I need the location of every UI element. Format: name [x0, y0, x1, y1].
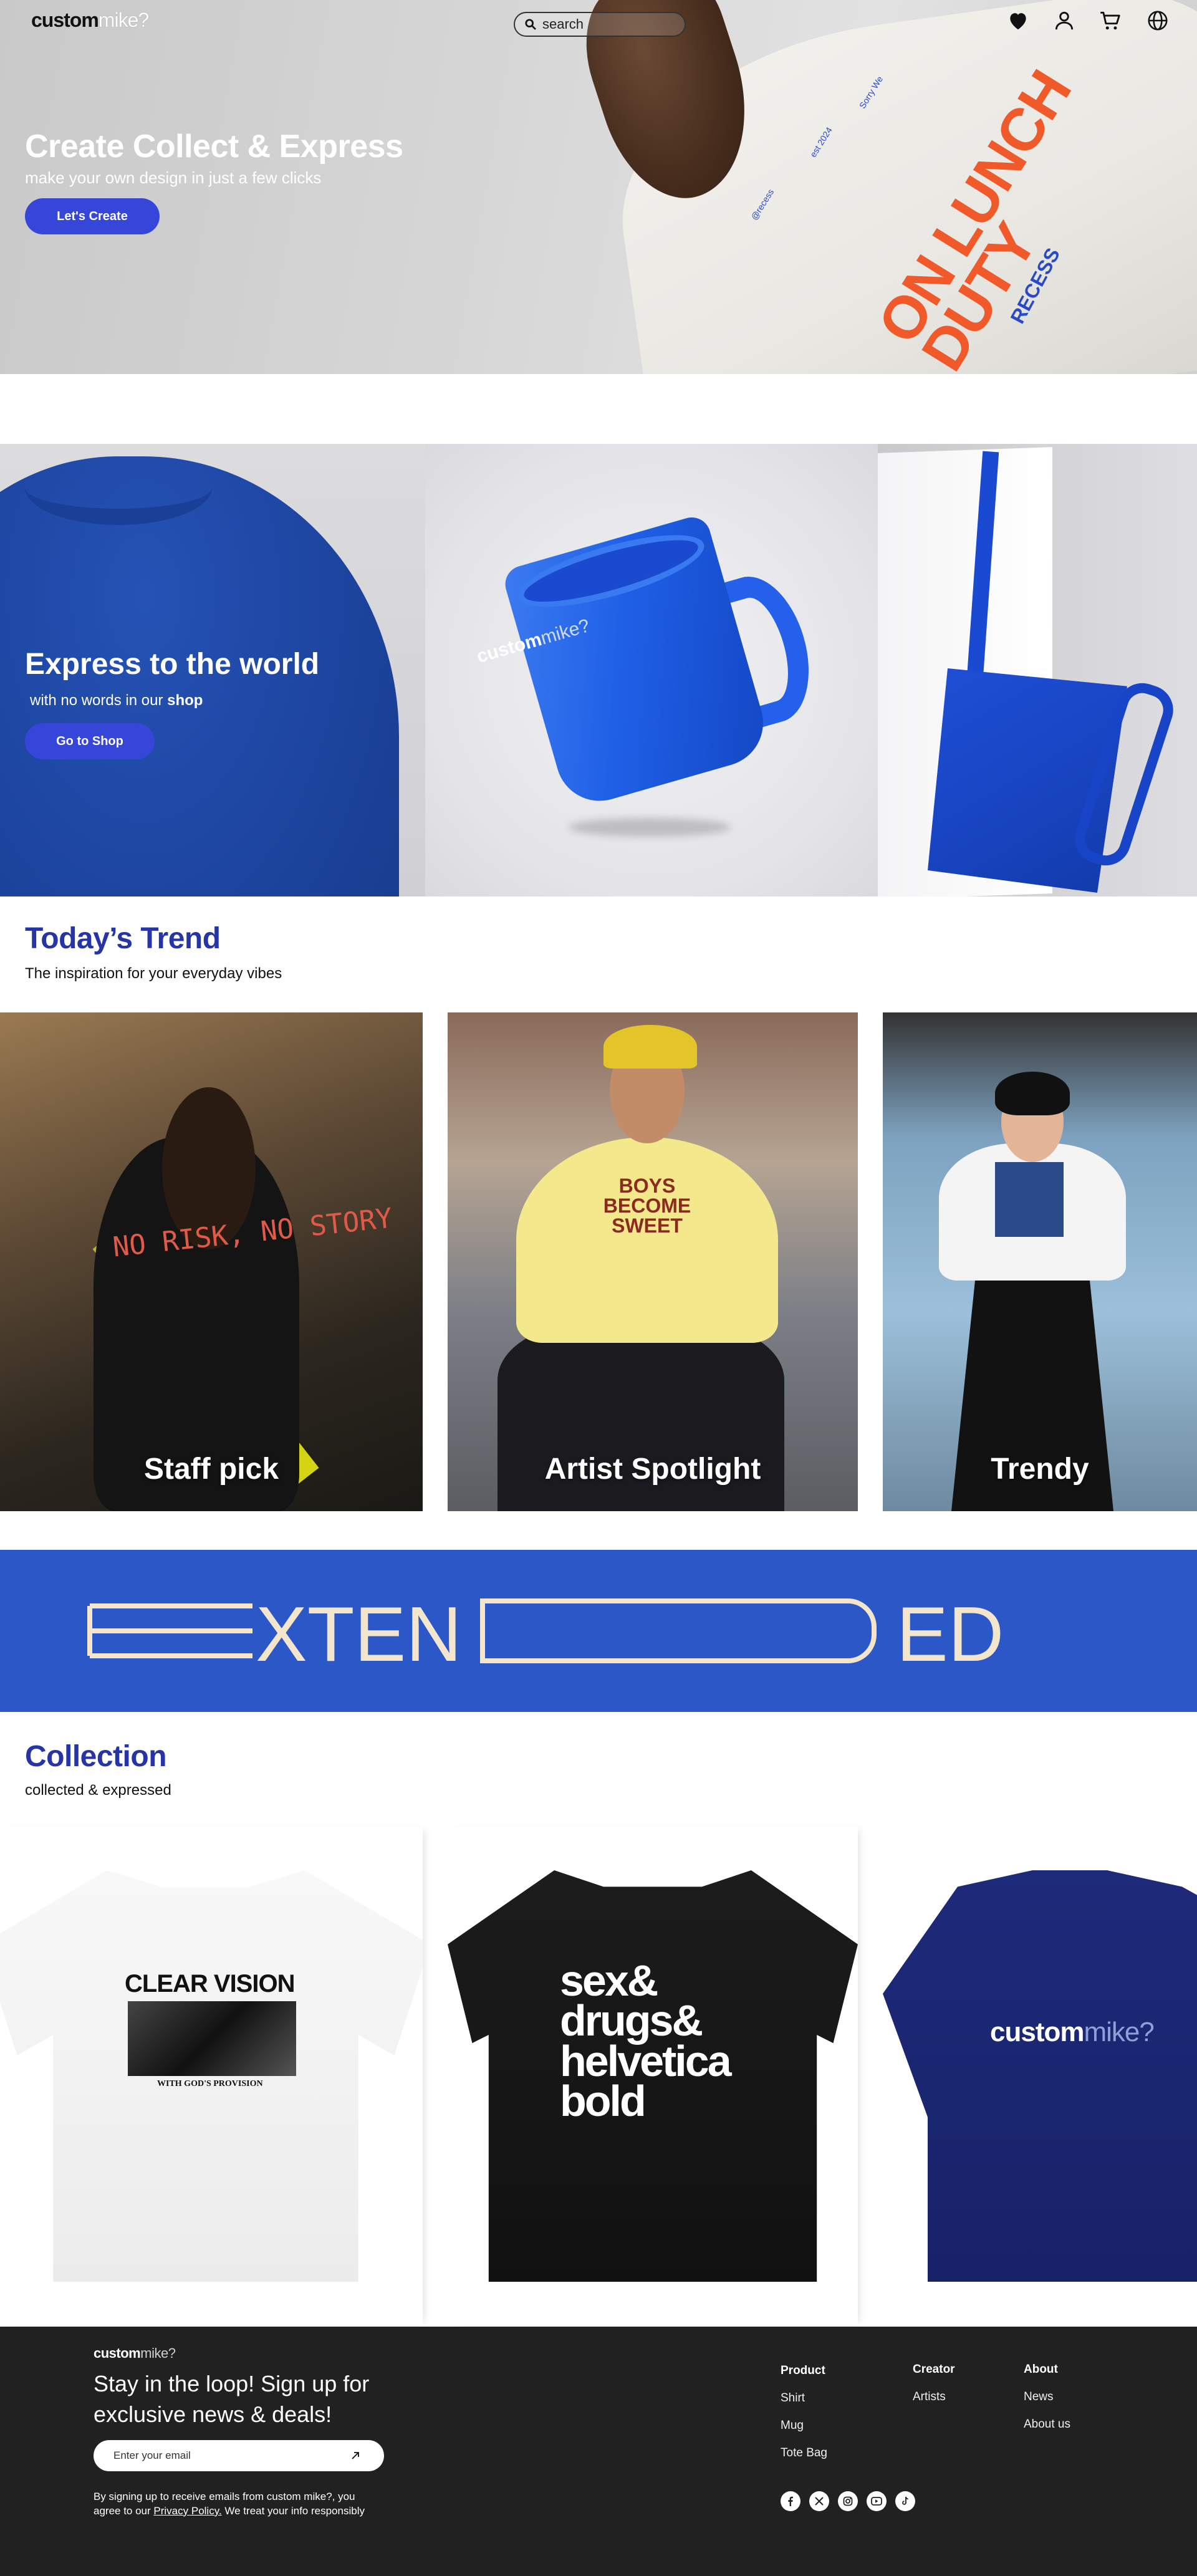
product-card[interactable]: CLEAR VISION WITH GOD'S PROVISION	[0, 1827, 423, 2325]
extended-banner-text: ED	[897, 1592, 1004, 1678]
trend-card-artist-spotlight[interactable]: BOYS BECOME SWEET Artist Spotlight	[448, 1012, 858, 1511]
collection-subtitle: collected & expressed	[25, 1782, 171, 1799]
footer-column-about: About News About us	[1024, 2363, 1070, 2445]
express-title: Express to the world	[25, 648, 320, 681]
facebook-icon[interactable]	[781, 2491, 800, 2511]
user-icon[interactable]	[1052, 9, 1076, 32]
globe-icon[interactable]	[1146, 9, 1170, 32]
footer-column-product: Product Shirt Mug Tote Bag	[781, 2364, 827, 2474]
footer-link-shirt[interactable]: Shirt	[781, 2391, 827, 2405]
footer-link-artists[interactable]: Artists	[913, 2390, 955, 2404]
product-print-logo: custommike?	[990, 2017, 1155, 2047]
footer-link-about-us[interactable]: About us	[1024, 2418, 1070, 2431]
footer-column-creator: Creator Artists	[913, 2363, 955, 2418]
privacy-policy-link[interactable]: Privacy Policy.	[153, 2505, 221, 2517]
product-print-title: CLEAR VISION	[125, 1970, 295, 1997]
hero-title: Create Collect & Express	[25, 128, 403, 165]
collection-title: Collection	[25, 1740, 167, 1773]
instagram-icon[interactable]	[838, 2491, 858, 2511]
lets-create-button[interactable]: Let's Create	[25, 198, 160, 234]
product-image-white-tee	[0, 1870, 423, 2282]
youtube-icon[interactable]	[867, 2491, 887, 2511]
trend-card-trendy[interactable]: Trendy	[883, 1012, 1197, 1511]
footer-column-heading: About	[1024, 2363, 1058, 2376]
extended-banner-graphic: XTEN ED	[87, 1592, 1004, 1678]
site-footer: custommike? Stay in the loop! Sign up fo…	[0, 2327, 1197, 2576]
product-card[interactable]: custommike?	[883, 1827, 1197, 2325]
footer-link-tote-bag[interactable]: Tote Bag	[781, 2446, 827, 2460]
search-input[interactable]	[542, 16, 680, 32]
footer-logo[interactable]: custommike?	[94, 2345, 176, 2362]
trend-card-shirt-print: BOYS BECOME SWEET	[603, 1175, 691, 1237]
product-print-graphic	[128, 2001, 296, 2076]
product-image-navy-tee	[883, 1870, 1197, 2282]
email-input[interactable]	[113, 2449, 350, 2462]
search-icon	[525, 19, 536, 30]
extended-banner-text: XTEN	[256, 1592, 462, 1678]
product-card[interactable]: sex& drugs& helvetica bold	[448, 1827, 858, 2325]
newsletter-legal-text: By signing up to receive emails from cus…	[94, 2491, 365, 2517]
go-to-shop-button[interactable]: Go to Shop	[25, 723, 155, 759]
logo-text-main: custom	[31, 9, 99, 31]
express-subtitle: with no words in our shop	[30, 692, 203, 709]
trend-card-label: Artist Spotlight	[544, 1453, 761, 1486]
x-icon[interactable]	[809, 2491, 829, 2511]
top-navigation: custommike?	[0, 0, 1197, 42]
newsletter-title: Stay in the loop! Sign up for exclusive …	[94, 2371, 370, 2427]
extended-banner: XTEN ED	[0, 1550, 1197, 1712]
footer-link-news[interactable]: News	[1024, 2390, 1070, 2404]
hero-subtitle: make your own design in just a few click…	[25, 168, 322, 187]
newsletter-email-field[interactable]	[94, 2440, 384, 2471]
trend-card-label: Staff pick	[143, 1453, 279, 1486]
mug-image: custommike?	[425, 444, 878, 896]
footer-link-mug[interactable]: Mug	[781, 2419, 827, 2433]
cart-icon[interactable]	[1098, 9, 1122, 32]
trend-title: Today’s Trend	[25, 922, 221, 955]
site-logo[interactable]: custommike?	[31, 9, 149, 32]
trend-card-label: Trendy	[991, 1453, 1089, 1486]
logo-text-accent: mike?	[98, 9, 149, 31]
tote-bag-image	[878, 444, 1197, 896]
product-print-title: sex& drugs& helvetica bold	[560, 1956, 732, 2126]
social-links	[781, 2491, 915, 2511]
footer-column-heading: Product	[781, 2364, 825, 2377]
search-bar[interactable]	[514, 12, 686, 37]
tiktok-icon[interactable]	[895, 2491, 915, 2511]
heart-icon[interactable]	[1006, 9, 1030, 32]
product-print-subtitle: WITH GOD'S PROVISION	[157, 2079, 263, 2088]
footer-column-heading: Creator	[913, 2363, 955, 2376]
trend-subtitle: The inspiration for your everyday vibes	[25, 965, 282, 982]
trend-card-staff-pick[interactable]: NO RISK, NO STORY Staff pick	[0, 1012, 423, 1511]
arrow-up-right-icon[interactable]	[350, 2451, 360, 2461]
